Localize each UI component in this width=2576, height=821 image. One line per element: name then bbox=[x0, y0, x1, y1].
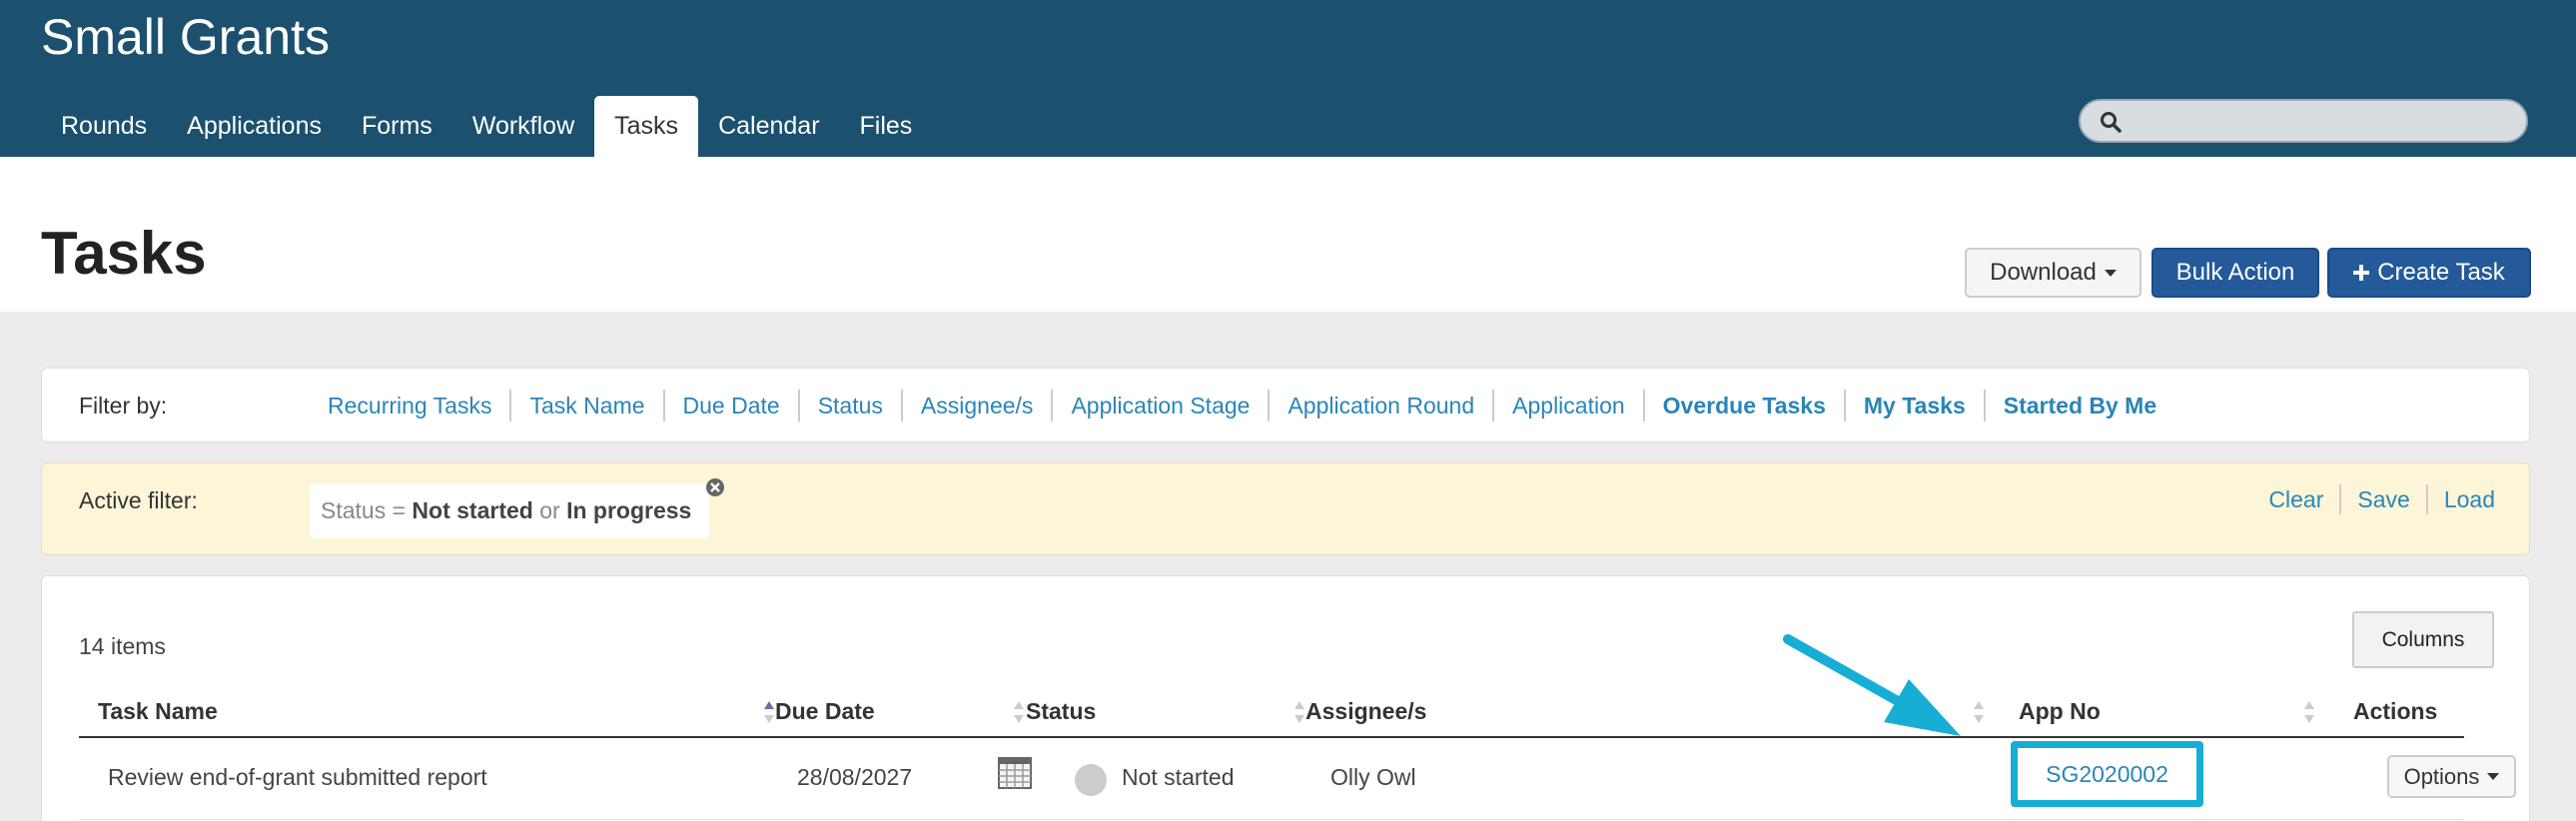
main-nav: Rounds Applications Forms Workflow Tasks… bbox=[41, 96, 932, 157]
sort-icon[interactable] bbox=[1972, 698, 1986, 726]
sort-asc-icon[interactable] bbox=[762, 698, 776, 726]
search-icon bbox=[2101, 112, 2122, 133]
columns-button[interactable]: Columns bbox=[2352, 611, 2494, 668]
filter-chip: Status = Not started or In progress bbox=[310, 483, 709, 538]
filter-my-tasks[interactable]: My Tasks bbox=[1846, 390, 1986, 421]
filter-task-name[interactable]: Task Name bbox=[511, 390, 665, 421]
sort-icon[interactable] bbox=[1292, 698, 1306, 726]
filter-assignees[interactable]: Assignee/s bbox=[903, 390, 1054, 421]
filter-recurring-tasks[interactable]: Recurring Tasks bbox=[310, 390, 512, 421]
options-label: Options bbox=[2403, 763, 2480, 789]
filter-started-by-me[interactable]: Started By Me bbox=[1986, 390, 2174, 421]
header-due-date[interactable]: Due Date bbox=[775, 698, 875, 725]
header-task-name[interactable]: Task Name bbox=[98, 698, 218, 725]
assignee-cell: Olly Owl bbox=[1330, 764, 1416, 790]
chip-value-not-started: Not started bbox=[412, 497, 533, 523]
nav-rounds[interactable]: Rounds bbox=[41, 96, 167, 157]
tasks-table-panel: 14 items Columns Task Name Due Date Stat… bbox=[41, 575, 2530, 821]
nav-forms[interactable]: Forms bbox=[342, 96, 452, 157]
table-header: Task Name Due Date Status Assignee/s App… bbox=[79, 684, 2464, 738]
app-title: Small Grants bbox=[41, 9, 330, 65]
item-count: 14 items bbox=[79, 633, 166, 659]
create-task-button[interactable]: Create Task bbox=[2327, 248, 2531, 298]
load-filter-link[interactable]: Load bbox=[2428, 484, 2495, 514]
nav-workflow[interactable]: Workflow bbox=[452, 96, 594, 157]
chip-joiner: or bbox=[532, 497, 567, 523]
chevron-down-icon bbox=[2104, 269, 2117, 277]
options-button[interactable]: Options bbox=[2387, 755, 2516, 798]
filter-application[interactable]: Application bbox=[1494, 390, 1645, 421]
status-cell: Not started bbox=[1122, 764, 1235, 790]
close-icon[interactable] bbox=[704, 476, 726, 498]
header-status[interactable]: Status bbox=[1026, 698, 1096, 725]
chevron-down-icon bbox=[2487, 773, 2500, 780]
status-indicator bbox=[1075, 764, 1107, 796]
clear-filter-link[interactable]: Clear bbox=[2252, 484, 2342, 514]
save-filter-link[interactable]: Save bbox=[2341, 484, 2428, 514]
header-app-no[interactable]: App No bbox=[2019, 698, 2101, 725]
app-no-link[interactable]: SG2020002 bbox=[2011, 741, 2203, 807]
nav-applications[interactable]: Applications bbox=[167, 96, 342, 157]
search-input[interactable] bbox=[2079, 99, 2528, 143]
table-row: Review end-of-grant submitted report 28/… bbox=[79, 738, 2516, 820]
filter-application-round[interactable]: Application Round bbox=[1270, 390, 1495, 421]
chip-prefix: Status = bbox=[321, 497, 413, 523]
active-filter-actions: Clear Save Load bbox=[2252, 484, 2495, 514]
page-header: Tasks Download Bulk Action Create Task bbox=[0, 157, 2576, 312]
active-filter-label: Active filter: bbox=[79, 487, 198, 513]
nav-files[interactable]: Files bbox=[840, 96, 933, 157]
plus-icon bbox=[2353, 265, 2370, 281]
chip-value-in-progress: In progress bbox=[566, 497, 692, 523]
nav-calendar[interactable]: Calendar bbox=[698, 96, 839, 157]
download-label: Download bbox=[1990, 259, 2097, 286]
task-name-cell[interactable]: Review end-of-grant submitted report bbox=[108, 764, 487, 791]
filter-status[interactable]: Status bbox=[800, 390, 903, 421]
top-header: Small Grants Rounds Applications Forms W… bbox=[0, 0, 2576, 157]
header-actions: Actions bbox=[2353, 698, 2438, 724]
create-task-label: Create Task bbox=[2377, 259, 2505, 286]
calendar-icon[interactable] bbox=[998, 757, 1032, 789]
header-assignees[interactable]: Assignee/s bbox=[1305, 698, 1426, 725]
filter-label: Filter by: bbox=[79, 393, 168, 418]
filter-bar: Filter by: Recurring Tasks Task Name Due… bbox=[41, 368, 2530, 442]
sort-icon[interactable] bbox=[1012, 698, 1026, 726]
filter-due-date[interactable]: Due Date bbox=[665, 390, 800, 421]
filter-overdue-tasks[interactable]: Overdue Tasks bbox=[1645, 390, 1846, 421]
filter-application-stage[interactable]: Application Stage bbox=[1053, 390, 1271, 421]
sort-icon[interactable] bbox=[2302, 698, 2316, 726]
page-title: Tasks bbox=[41, 220, 207, 287]
filter-links: Recurring Tasks Task Name Due Date Statu… bbox=[310, 390, 2174, 421]
active-filter-bar: Active filter: Status = Not started or I… bbox=[41, 462, 2530, 555]
nav-tasks[interactable]: Tasks bbox=[594, 96, 699, 157]
download-button[interactable]: Download bbox=[1965, 248, 2142, 298]
bulk-action-button[interactable]: Bulk Action bbox=[2151, 248, 2319, 298]
due-date-cell: 28/08/2027 bbox=[797, 764, 913, 790]
